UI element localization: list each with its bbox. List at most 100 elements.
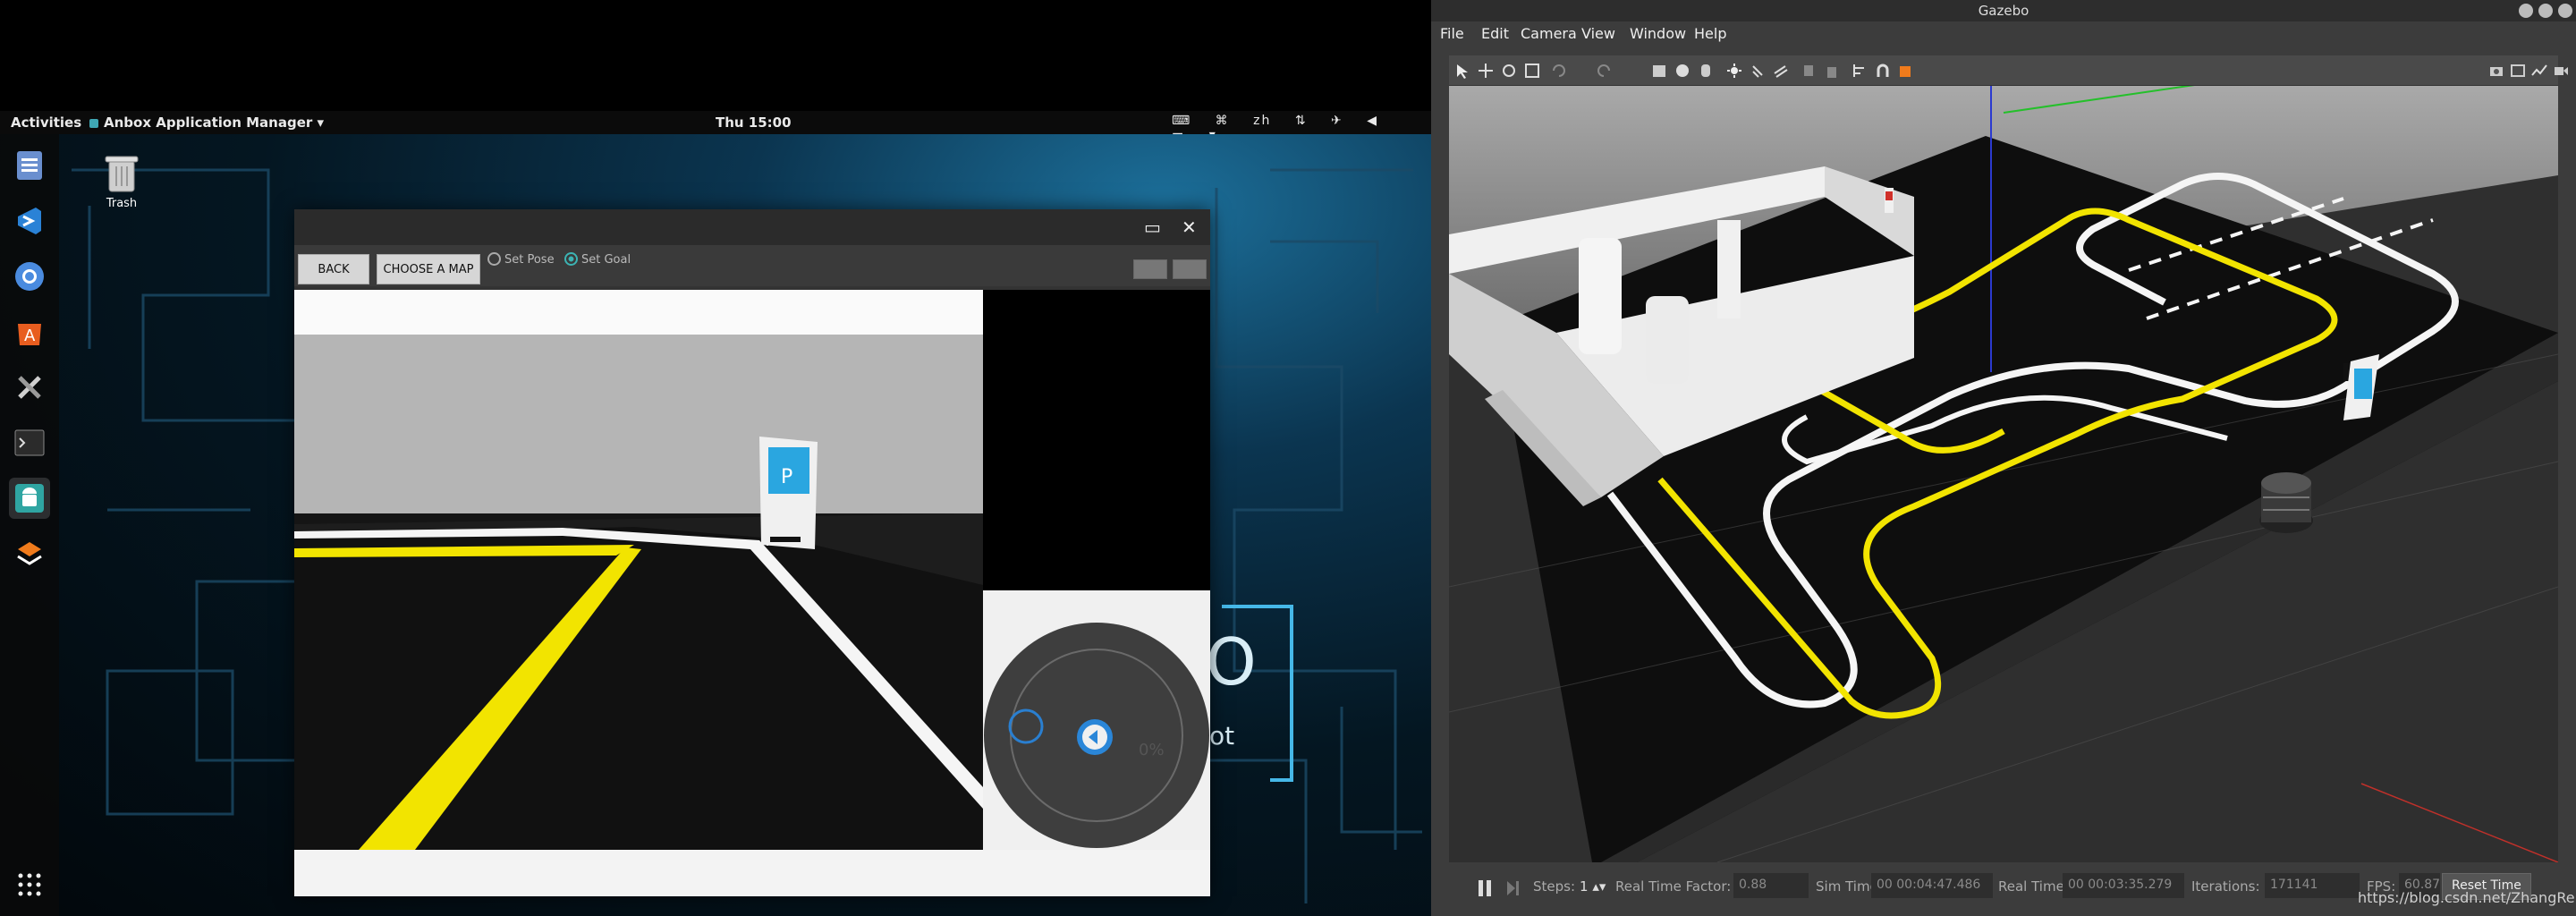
gz-parking-sign-post: [2343, 363, 2349, 381]
iterations-label: Iterations:: [2191, 878, 2260, 895]
joystick-panel: 0%: [983, 590, 1210, 850]
watermark: https://blog.csdn.net/ZhangRelay: [2358, 889, 2576, 906]
cylinder-shape-icon[interactable]: [1698, 63, 1714, 79]
anbox-bottom-bar: [294, 850, 1210, 896]
gazebo-titlebar[interactable]: Gazebo: [1431, 0, 2576, 21]
scale-mode-icon[interactable]: [1524, 63, 1540, 79]
iterations-value: 171141: [2265, 873, 2360, 898]
shortcut-icon[interactable]: ⌘: [1216, 114, 1230, 128]
android-icon: [15, 484, 44, 513]
activities-button[interactable]: Activities: [11, 114, 81, 131]
dock-software[interactable]: A: [9, 311, 50, 352]
close-icon[interactable]: ✕: [1182, 216, 1197, 238]
point-light-icon[interactable]: [1726, 63, 1742, 79]
trash-icon: [105, 156, 139, 192]
menu-view[interactable]: View: [1581, 25, 1615, 42]
keyboard-icon[interactable]: ⌨: [1172, 114, 1191, 128]
wallpaper-logo-sub: ot: [1209, 721, 1234, 751]
anbox-toolbar: BACK CHOOSE A MAP: [294, 245, 1210, 286]
plot-icon[interactable]: [2531, 63, 2547, 79]
log-icon[interactable]: [2510, 63, 2526, 79]
menu-camera[interactable]: Camera: [1521, 25, 1577, 42]
copy-icon[interactable]: [1801, 63, 1818, 79]
gazebo-toolbar: [1449, 55, 2568, 86]
tools-icon: [18, 376, 41, 399]
trash-desktop-icon[interactable]: Trash: [98, 154, 145, 210]
vscode-icon: [18, 208, 41, 234]
turtlebot-model[interactable]: [2259, 472, 2313, 533]
map-view[interactable]: [983, 290, 1210, 590]
parking-sign: P: [759, 437, 818, 549]
volume-icon[interactable]: ◀: [1367, 114, 1378, 128]
airplane-icon[interactable]: ✈: [1331, 114, 1343, 128]
step-icon[interactable]: [1504, 878, 1522, 898]
dock-files[interactable]: [9, 145, 50, 186]
language-indicator[interactable]: zh: [1253, 114, 1271, 128]
world-scene: [1449, 86, 2558, 862]
radio-off-icon: [487, 252, 501, 266]
dock-vscode[interactable]: [9, 200, 50, 242]
top-bar: Activities Anbox Application Manager ▾ T…: [0, 111, 1431, 142]
dock-tools[interactable]: [9, 367, 50, 408]
dock-chromium[interactable]: [9, 256, 50, 297]
menu-help[interactable]: Help: [1694, 25, 1726, 42]
real-time-label: Real Time:: [1998, 878, 2069, 895]
align-icon[interactable]: [1852, 63, 1868, 79]
pause-icon[interactable]: [1476, 878, 1494, 898]
dock-terminal[interactable]: [9, 422, 50, 463]
camera-scene: P: [294, 290, 983, 850]
back-button[interactable]: BACK: [298, 254, 369, 284]
paste-icon[interactable]: [1823, 63, 1839, 79]
camera-view[interactable]: P: [294, 290, 983, 850]
gazebo-title: Gazebo: [1978, 3, 2029, 19]
real-time-value: 00 00:03:35.279: [2063, 873, 2184, 898]
dock-anbox[interactable]: [9, 478, 50, 519]
anbox-titlebar[interactable]: ▭ ✕: [294, 209, 1210, 245]
undo-icon[interactable]: [1551, 63, 1567, 79]
joystick[interactable]: 0%: [983, 590, 1210, 850]
gazebo-3d-viewport[interactable]: [1449, 86, 2558, 862]
set-pose-radio[interactable]: Set Pose: [487, 252, 555, 267]
choose-map-button[interactable]: CHOOSE A MAP: [377, 254, 480, 284]
change-view-icon[interactable]: [1898, 63, 1914, 79]
steps-spinbox[interactable]: 1 ▴▾: [1580, 878, 1606, 895]
snap-icon[interactable]: [1875, 63, 1891, 79]
maximize-icon[interactable]: [2538, 4, 2553, 18]
rtf-label: Real Time Factor:: [1615, 878, 1732, 895]
app-menu[interactable]: Anbox Application Manager ▾: [89, 114, 324, 131]
network-icon[interactable]: ⇅: [1295, 114, 1308, 128]
stack-icon: [17, 542, 42, 565]
menu-edit[interactable]: Edit: [1481, 25, 1509, 42]
directional-light-icon[interactable]: [1773, 63, 1789, 79]
screenshot-icon[interactable]: [2488, 63, 2504, 79]
anbox-icon: [89, 119, 98, 128]
box-shape-icon[interactable]: [1651, 63, 1667, 79]
maximize-icon[interactable]: ▭: [1144, 216, 1161, 238]
progress-text: 0%: [1139, 741, 1165, 759]
trash-label: Trash: [106, 197, 138, 210]
toggle-button-2[interactable]: [1173, 259, 1207, 279]
video-record-icon[interactable]: [2553, 63, 2569, 79]
menu-file[interactable]: File: [1440, 25, 1464, 42]
set-goal-label: Set Goal: [581, 253, 631, 267]
rotate-mode-icon[interactable]: [1501, 63, 1517, 79]
minimize-icon[interactable]: [2519, 4, 2533, 18]
close-icon[interactable]: [2558, 4, 2572, 18]
redo-icon[interactable]: [1596, 63, 1612, 79]
gazebo-window: Gazebo File Edit Camera View Window Help: [1431, 0, 2576, 916]
show-applications[interactable]: [9, 864, 50, 905]
translate-mode-icon[interactable]: [1478, 63, 1494, 79]
software-center-icon: A: [18, 324, 41, 345]
chromium-icon: [15, 262, 44, 291]
ubuntu-desktop: Activities Anbox Application Manager ▾ T…: [0, 0, 1431, 916]
menu-window[interactable]: Window: [1630, 25, 1686, 42]
app-menu-label: Anbox Application Manager: [104, 114, 313, 131]
toggle-button-1[interactable]: [1133, 259, 1167, 279]
svg-text:A: A: [24, 327, 36, 345]
clock[interactable]: Thu 15:00: [716, 114, 792, 131]
dock-stack[interactable]: [9, 533, 50, 574]
set-goal-radio[interactable]: Set Goal: [564, 252, 631, 267]
spot-light-icon[interactable]: [1750, 63, 1766, 79]
sphere-shape-icon[interactable]: [1674, 63, 1690, 79]
select-mode-icon[interactable]: [1454, 63, 1470, 79]
